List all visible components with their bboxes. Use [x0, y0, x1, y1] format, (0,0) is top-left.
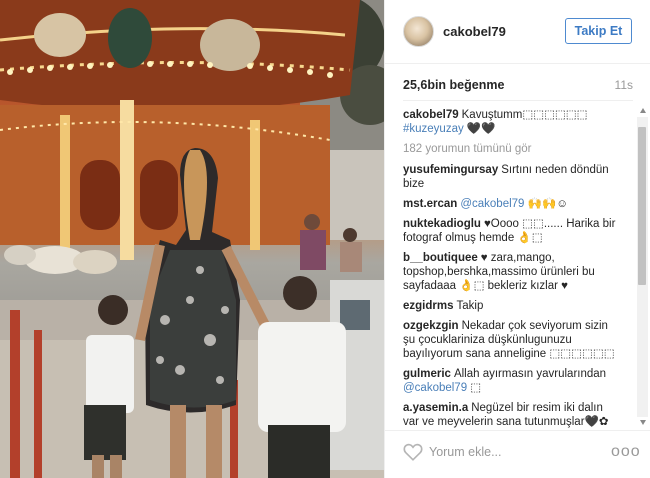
scroll-down-arrow-icon[interactable] [640, 420, 646, 425]
avatar[interactable] [403, 16, 434, 47]
carousel-photo-illustration [0, 0, 384, 478]
comment-input[interactable] [429, 441, 599, 463]
comment-item: yusufemingursay Sırtını neden döndün bize [403, 163, 621, 191]
follow-button[interactable]: Takip Et [565, 18, 632, 44]
comment-text: Takip [456, 300, 484, 312]
comment-text-end: 🙌🙌☺ [524, 198, 569, 210]
mention-link[interactable]: @cakobel79 [460, 198, 524, 210]
comment-username[interactable]: b__boutiquee [403, 252, 478, 264]
comment-item: gulmeric Allah ayırmasın yavrularından @c… [403, 367, 621, 395]
comment-text: Kavuştumm⬚⬚⬚⬚⬚⬚ [461, 109, 588, 121]
comment-username[interactable]: ezgidrms [403, 300, 454, 312]
post-footer: ooo [385, 430, 650, 478]
comment-username[interactable]: yusufemingursay [403, 164, 498, 176]
comment-username[interactable]: mst.ercan [403, 198, 457, 210]
hashtag-link[interactable]: #kuzeyuzay [403, 123, 464, 135]
username-link[interactable]: cakobel79 [443, 24, 506, 39]
view-all-comments-link[interactable]: 182 yorumun tümünü gör [403, 142, 621, 156]
post-time[interactable]: 11s [615, 78, 633, 92]
comment-item: mst.ercan @cakobel79 🙌🙌☺ [403, 197, 621, 211]
comment-username[interactable]: a.yasemin.a [403, 402, 468, 414]
heart-icon[interactable] [403, 443, 423, 461]
scrollbar-thumb[interactable] [638, 127, 646, 285]
comment-text-end: 🖤🖤 [463, 123, 496, 135]
comment-username[interactable]: gulmeric [403, 368, 451, 380]
scroll-up-arrow-icon[interactable] [640, 108, 646, 113]
comment-username[interactable]: cakobel79 [403, 109, 459, 121]
comment-item: ezgidrms Takip [403, 299, 621, 313]
comment-text-end: ⬚ [467, 382, 482, 394]
mention-link[interactable]: @cakobel79 [403, 382, 467, 394]
comment-username[interactable]: nuktekadioglu [403, 218, 481, 230]
post-header: cakobel79 Takip Et [385, 0, 650, 64]
caption: cakobel79 Kavuştumm⬚⬚⬚⬚⬚⬚ #kuzeyuzay 🖤🖤 [403, 108, 621, 136]
scrollbar-track[interactable] [637, 117, 648, 417]
comments-list: cakobel79 Kavuştumm⬚⬚⬚⬚⬚⬚ #kuzeyuzay 🖤🖤 1… [403, 108, 621, 428]
comment-username[interactable]: ozgekzgin [403, 320, 459, 332]
post-details-panel: cakobel79 Takip Et 25,6bin beğenme 11s c… [384, 0, 650, 478]
comment-item: b__boutiquee ♥ zara,mango, topshop,bershk… [403, 251, 621, 293]
comment-item: a.yasemin.a Negüzel bir resim iki dalın v… [403, 401, 621, 428]
post-photo [0, 0, 384, 478]
comment-item: ozgekzgin Nekadar çok seviyorum sizin şu … [403, 319, 621, 361]
comments-scrollbar[interactable] [637, 108, 649, 426]
more-options-button[interactable]: ooo [611, 443, 641, 461]
comment-text: Allah ayırmasın yavrularından [453, 368, 607, 380]
likes-row: 25,6bin beğenme 11s [403, 78, 633, 94]
likes-count[interactable]: 25,6bin beğenme [403, 78, 504, 92]
divider [403, 100, 633, 101]
comment-item: nuktekadioglu ♥Oooo ⬚⬚...... Harika bir f… [403, 217, 621, 245]
